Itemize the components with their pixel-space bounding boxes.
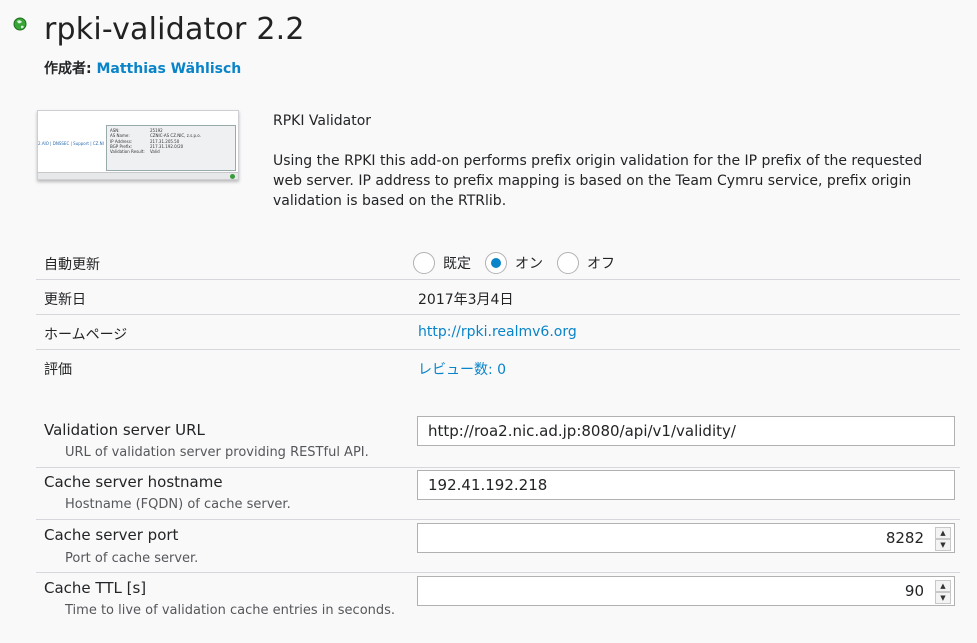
updated-row: 更新日 2017年3月4日 bbox=[36, 280, 960, 315]
pref-description: Hostname (FQDN) of cache server. bbox=[65, 497, 291, 512]
spin-down-icon[interactable]: ▼ bbox=[935, 539, 951, 551]
pref-description: Time to live of validation cache entries… bbox=[65, 603, 396, 618]
radio-default-label: 既定 bbox=[443, 256, 471, 272]
cache-port-spinner[interactable]: ▲ ▼ bbox=[935, 527, 951, 551]
spin-up-icon[interactable]: ▲ bbox=[935, 527, 951, 539]
auto-update-radios: 既定 オン オフ bbox=[413, 252, 629, 274]
spin-up-icon[interactable]: ▲ bbox=[935, 580, 951, 592]
author-line: 作成者: Matthias Wählisch bbox=[44, 58, 241, 78]
auto-update-row: 自動更新 既定 オン オフ bbox=[36, 245, 960, 280]
rating-row: 評価 レビュー数: 0 bbox=[36, 350, 960, 385]
homepage-row: ホームページ http://rpki.realmv6.org bbox=[36, 315, 960, 350]
author-label: 作成者: bbox=[44, 61, 92, 77]
auto-update-label: 自動更新 bbox=[44, 257, 100, 273]
homepage-link[interactable]: http://rpki.realmv6.org bbox=[418, 324, 577, 340]
spin-down-icon[interactable]: ▼ bbox=[935, 592, 951, 604]
homepage-label: ホームページ bbox=[44, 327, 128, 343]
updated-value: 2017年3月4日 bbox=[418, 292, 514, 308]
pref-cache-host: Cache server hostname Hostname (FQDN) of… bbox=[36, 468, 960, 520]
addon-title: rpki-validator 2.2 bbox=[44, 12, 305, 47]
cache-ttl-input[interactable]: 90 ▲ ▼ bbox=[417, 576, 955, 606]
pref-label: Cache server port bbox=[44, 526, 179, 544]
radio-off[interactable]: オフ bbox=[557, 252, 615, 274]
pref-description: Port of cache server. bbox=[65, 551, 199, 566]
pref-cache-port: Cache server port Port of cache server. … bbox=[36, 520, 960, 573]
pref-validation-url: Validation server URL URL of validation … bbox=[36, 416, 960, 468]
cache-port-value: 8282 bbox=[885, 529, 924, 547]
pref-description: URL of validation server providing RESTf… bbox=[65, 445, 369, 460]
radio-default-circle[interactable] bbox=[413, 252, 435, 274]
radio-off-circle[interactable] bbox=[557, 252, 579, 274]
addon-name: RPKI Validator bbox=[273, 113, 372, 129]
rating-label: 評価 bbox=[44, 362, 72, 378]
screenshot-content: 2.AIO | DNSSEC | Support | CZ.NI ASN: 251… bbox=[38, 111, 238, 179]
radio-off-label: オフ bbox=[587, 256, 615, 272]
addon-screenshot[interactable]: 2.AIO | DNSSEC | Support | CZ.NI ASN: 251… bbox=[37, 110, 239, 180]
updated-label: 更新日 bbox=[44, 292, 86, 308]
cache-port-input[interactable]: 8282 ▲ ▼ bbox=[417, 523, 955, 553]
screenshot-statusbar bbox=[38, 172, 238, 179]
radio-on-label: オン bbox=[515, 256, 543, 272]
pref-label: Validation server URL bbox=[44, 421, 205, 439]
pref-label: Cache TTL [s] bbox=[44, 579, 147, 597]
validation-url-input[interactable]: http://roa2.nic.ad.jp:8080/api/v1/validi… bbox=[417, 416, 955, 446]
radio-on[interactable]: オン bbox=[485, 252, 543, 274]
status-dot-icon bbox=[230, 174, 235, 179]
screenshot-links: 2.AIO | DNSSEC | Support | CZ.NI bbox=[38, 141, 104, 146]
cache-ttl-value: 90 bbox=[904, 582, 924, 600]
reviews-link[interactable]: レビュー数: 0 bbox=[418, 359, 506, 379]
pref-label: Cache server hostname bbox=[44, 473, 223, 491]
radio-on-circle[interactable] bbox=[485, 252, 507, 274]
cache-ttl-spinner[interactable]: ▲ ▼ bbox=[935, 580, 951, 604]
screenshot-popup: ASN: 25192 AS Name: CZNIC-AS CZ.NIC, z.s.p… bbox=[106, 125, 236, 171]
addon-description: Using the RPKI this add-on performs pref… bbox=[273, 153, 923, 209]
radio-default[interactable]: 既定 bbox=[413, 252, 471, 274]
pref-cache-ttl: Cache TTL [s] Time to live of validation… bbox=[36, 573, 960, 625]
popup-row: Validation Result: Valid bbox=[110, 149, 160, 155]
author-link[interactable]: Matthias Wählisch bbox=[96, 61, 241, 77]
cache-host-input[interactable]: 192.41.192.218 bbox=[417, 470, 955, 500]
puzzle-globe-icon bbox=[13, 17, 27, 31]
